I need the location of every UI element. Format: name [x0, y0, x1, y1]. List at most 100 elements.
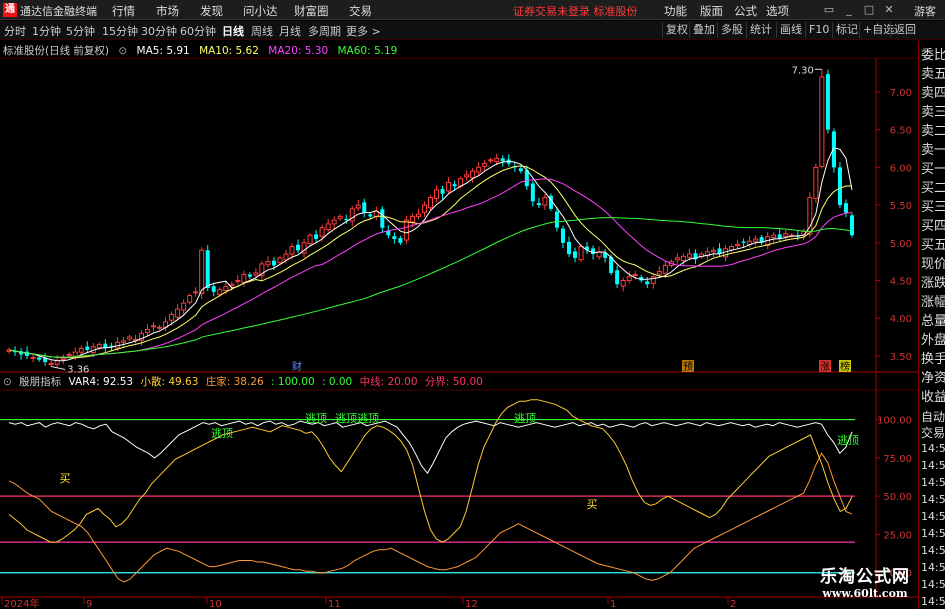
candle-body — [560, 228, 565, 243]
indicator-lines: 逃顶逃顶 逃顶逃顶 逃顶逃顶买买 — [8, 399, 859, 583]
candle-body — [440, 189, 445, 194]
stock-label[interactable]: 标准股份(日线 前复权) — [3, 45, 109, 57]
time-tick-label: 2024年 — [4, 597, 39, 609]
close-icon[interactable]: ✕ — [880, 2, 898, 18]
period-more[interactable]: 更多 > — [346, 23, 381, 39]
main-price-axis: 7.00 6.50 6.00 5.50 5.00 4.50 4.00 3.50 — [876, 88, 912, 363]
menu-function[interactable]: 功能 — [664, 3, 687, 19]
menu-layout[interactable]: 版面 — [700, 3, 723, 19]
indicator-name[interactable]: 殷朋指标 — [19, 376, 61, 388]
candle-body — [307, 234, 313, 245]
indicator-tick-label: 100.00 — [877, 416, 912, 427]
candle-body — [843, 203, 848, 213]
candle-body — [157, 326, 163, 329]
menu-formula[interactable]: 公式 — [734, 3, 757, 19]
candle-body — [296, 244, 301, 251]
login-status[interactable]: 证券交易未登录 标准股份 — [513, 3, 638, 19]
mark-button[interactable]: 标记 — [832, 22, 861, 38]
price-tick-label: 5.50 — [890, 201, 912, 212]
main-grid — [0, 57, 918, 598]
menu-options[interactable]: 选项 — [766, 3, 789, 19]
candle-body — [626, 276, 632, 281]
var4-label: VAR4: 92.53 — [68, 376, 134, 388]
period-multi[interactable]: 多周期 — [308, 23, 341, 39]
indicator-annotation: 逃顶 — [211, 427, 233, 440]
candle-body — [427, 197, 434, 209]
candle-body — [362, 202, 367, 213]
maximize-icon[interactable]: □ — [860, 2, 878, 18]
candle-body — [735, 243, 741, 247]
candle-body — [656, 270, 662, 275]
event-marker: 财 — [292, 360, 302, 373]
candle-body — [434, 189, 440, 199]
candle-body — [476, 166, 482, 173]
period-30min[interactable]: 30分钟 — [141, 23, 177, 39]
indicator-grid — [0, 418, 855, 574]
period-1min[interactable]: 1分钟 — [32, 23, 61, 39]
candle-body — [211, 286, 216, 292]
low-price-pointer — [51, 365, 66, 370]
candle-body — [518, 168, 523, 172]
period-daily[interactable]: 日线 — [222, 23, 244, 39]
back-button[interactable]: 返回 — [890, 22, 919, 38]
candle-body — [169, 313, 175, 321]
quote-row: 净资 — [921, 371, 945, 386]
restore-icon[interactable]: ▭ — [820, 2, 838, 18]
period-monthly[interactable]: 月线 — [279, 23, 301, 39]
overlay-button[interactable]: 叠加 — [689, 22, 718, 38]
quote-row: 买五 — [921, 238, 945, 253]
menu-discover[interactable]: 发现 — [200, 3, 223, 19]
price-tick-label: 5.00 — [890, 239, 912, 250]
candle-body — [181, 302, 187, 311]
ma10-line — [8, 165, 852, 359]
candle-body — [205, 250, 210, 289]
candle-body — [680, 255, 686, 262]
divider-label: 分界: 50.00 — [424, 376, 483, 388]
auto-label[interactable]: 自动 — [921, 408, 945, 425]
menu-wealth[interactable]: 财富圈 — [294, 3, 329, 19]
candle-body — [421, 204, 427, 213]
indicator-settings-icon[interactable]: ⊙ — [3, 376, 12, 388]
multi-stock-button[interactable]: 多股 — [717, 22, 746, 38]
candle-body — [831, 131, 836, 168]
menu-trade[interactable]: 交易 — [349, 3, 372, 19]
price-tick-label: 7.00 — [890, 88, 912, 99]
draw-line-button[interactable]: 画线 — [776, 22, 805, 38]
candle-body — [500, 158, 505, 162]
period-weekly[interactable]: 周线 — [251, 23, 273, 39]
minimize-icon[interactable]: _ — [840, 2, 858, 18]
statistics-button[interactable]: 统计 — [746, 22, 775, 38]
quote-row: 涨跌 — [921, 276, 945, 291]
user-label[interactable]: 游客 — [914, 3, 936, 19]
menu-market[interactable]: 市场 — [156, 3, 179, 19]
adjust-button[interactable]: 复权 — [662, 22, 691, 38]
庄家-line — [8, 452, 853, 583]
tick-time: 14:56 — [921, 578, 945, 591]
menu-quotes[interactable]: 行情 — [112, 3, 135, 19]
candle-body — [85, 346, 90, 350]
tick-time: 14:56 — [921, 561, 945, 574]
candle-body — [199, 249, 205, 295]
candle-body — [849, 215, 854, 236]
price-tick-label: 6.50 — [890, 126, 912, 137]
settings-gear-icon[interactable]: ⊙ — [118, 45, 127, 57]
quote-panel: 委比 卖五 卖四 卖三 卖二 卖一 买一 买二 买三 买四 买五 现价 涨跌 涨… — [918, 41, 945, 609]
f10-button[interactable]: F10 — [805, 22, 832, 38]
retail-label: 小散: 49.63 — [140, 376, 199, 388]
period-5min[interactable]: 5分钟 — [66, 23, 95, 39]
kline-chart[interactable]: 7.303.36 7.00 6.50 6.00 5.50 5.00 4.50 4.00 3.5… — [0, 40, 918, 609]
candle-body — [217, 289, 223, 296]
candle-body — [337, 215, 343, 219]
trade-label[interactable]: 交易 — [921, 424, 945, 441]
menu-ask[interactable]: 问小达 — [243, 3, 278, 19]
candle-body — [355, 204, 361, 209]
candle-body — [66, 353, 72, 356]
period-60min[interactable]: 60分钟 — [180, 23, 216, 39]
main-chart-legend: 标准股份(日线 前复权) ⊙ MA5: 5.91 MA10: 5.62 MA20… — [3, 43, 403, 57]
candle-body — [283, 253, 289, 261]
period-15min[interactable]: 15分钟 — [102, 23, 138, 39]
indicator-axis: 100.0075.0050.0025.000.00 — [876, 416, 912, 580]
event-marker: 预 — [683, 361, 693, 373]
watermark-url: www.60lt.com — [822, 587, 908, 600]
period-timeshare[interactable]: 分时 — [4, 23, 26, 39]
